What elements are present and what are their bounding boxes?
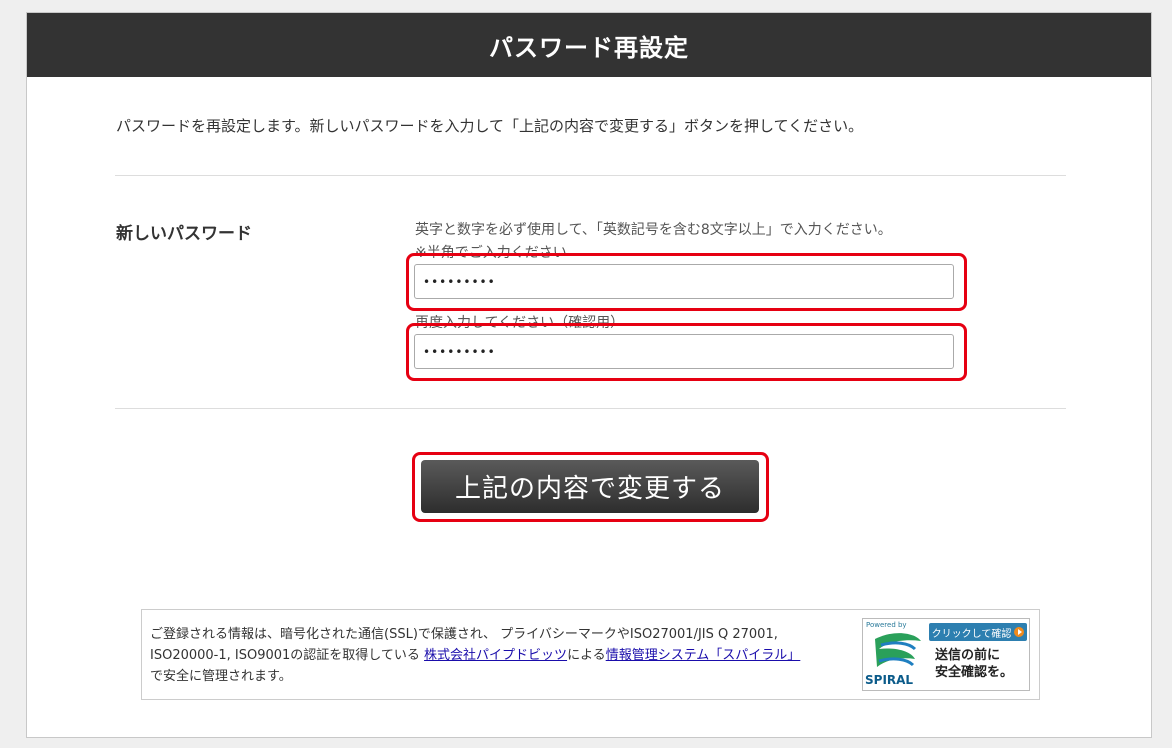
spiral-security-badge[interactable]: Powered by SPIRAL クリックして確認 送信の前に 安全確認を。 (862, 618, 1030, 691)
security-notice-text: ご登録される情報は、暗号化された通信(SSL)で保護され、 プライバシーマークや… (150, 624, 850, 687)
badge-powered-by: Powered by (866, 621, 907, 629)
play-arrow-icon (1014, 627, 1025, 637)
highlight-box-password (406, 253, 967, 311)
divider (115, 408, 1066, 409)
divider (115, 175, 1066, 176)
notice-text-part: による (567, 648, 606, 663)
password-requirement-hint: 英字と数字を必ず使用して、「英数記号を含む8文字以上」で入力ください。 (415, 222, 892, 238)
badge-click-label: クリックして確認 (929, 623, 1027, 641)
highlight-box-confirm (406, 323, 967, 381)
badge-message-line: 安全確認を。 (935, 665, 1014, 680)
badge-message-line: 送信の前に (935, 648, 1001, 663)
company-link[interactable]: 株式会社パイプドビッツ (424, 648, 567, 663)
spiral-system-link[interactable]: 情報管理システム「スパイラル」 (606, 648, 801, 663)
highlight-box-submit (412, 452, 769, 522)
security-notice: ご登録される情報は、暗号化された通信(SSL)で保護され、 プライバシーマークや… (141, 609, 1040, 700)
notice-text-part: で安全に管理されます。 (150, 669, 292, 684)
page-title: パスワード再設定 (489, 33, 689, 62)
intro-text: パスワードを再設定します。新しいパスワードを入力して「上記の内容で変更する」ボタ… (116, 117, 864, 135)
badge-brand: SPIRAL (865, 673, 914, 687)
badge-message: 送信の前に 安全確認を。 (935, 647, 1013, 681)
password-reset-card: パスワード再設定 パスワードを再設定します。新しいパスワードを入力して「上記の内… (26, 12, 1152, 738)
new-password-label: 新しいパスワード (116, 224, 252, 244)
page-header: パスワード再設定 (27, 13, 1151, 77)
badge-click-text: クリックして確認 (931, 628, 1012, 640)
